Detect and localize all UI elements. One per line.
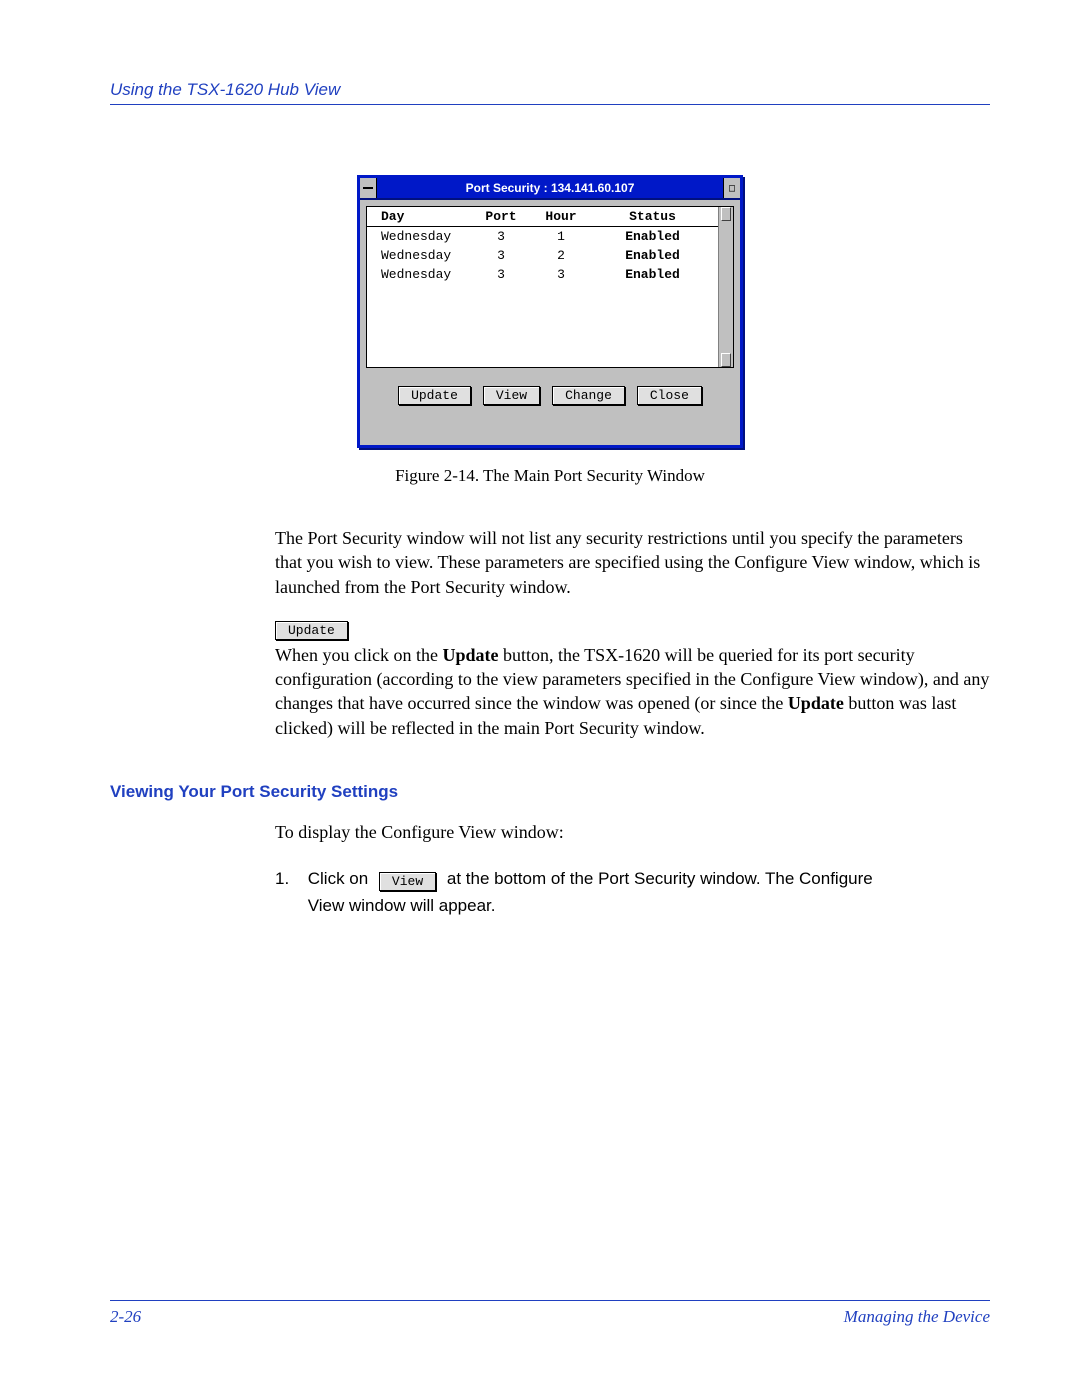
step-number: 1. <box>275 866 303 892</box>
step-text-pre: Click on <box>308 869 373 888</box>
window-title: Port Security : 134.141.60.107 <box>466 181 635 195</box>
scroll-down-icon[interactable] <box>721 353 731 367</box>
table-row[interactable]: Wednesday 3 3 Enabled <box>367 265 718 284</box>
figure-area: Port Security : 134.141.60.107 □ Day Por… <box>110 175 990 448</box>
paragraph-intro: The Port Security window will not list a… <box>275 526 990 599</box>
scrollbar[interactable] <box>718 207 733 367</box>
paragraph-configure-intro: To display the Configure View window: <box>275 820 990 844</box>
update-button-inline[interactable]: Update <box>275 621 348 640</box>
update-button[interactable]: Update <box>398 386 471 405</box>
view-button[interactable]: View <box>483 386 540 405</box>
chapter-title: Managing the Device <box>844 1307 990 1327</box>
grid-header-row: Day Port Hour Status <box>367 207 718 227</box>
window-titlebar: Port Security : 134.141.60.107 □ <box>360 178 740 200</box>
system-menu-icon[interactable] <box>360 178 377 198</box>
col-hour: Hour <box>531 209 591 224</box>
paragraph-update: When you click on the Update button, the… <box>275 643 990 740</box>
col-status: Status <box>591 209 714 224</box>
running-head: Using the TSX-1620 Hub View <box>110 80 990 105</box>
maximize-icon[interactable]: □ <box>723 178 740 198</box>
col-day: Day <box>371 209 471 224</box>
table-row[interactable]: Wednesday 3 2 Enabled <box>367 246 718 265</box>
col-port: Port <box>471 209 531 224</box>
close-button[interactable]: Close <box>637 386 702 405</box>
figure-caption: Figure 2-14. The Main Port Security Wind… <box>110 466 990 486</box>
scroll-up-icon[interactable] <box>721 207 731 221</box>
page-footer: 2-26 Managing the Device <box>110 1300 990 1327</box>
view-button-inline[interactable]: View <box>379 872 436 891</box>
window-button-row: Update View Change Close <box>360 374 740 445</box>
section-heading: Viewing Your Port Security Settings <box>110 782 990 802</box>
table-row[interactable]: Wednesday 3 1 Enabled <box>367 227 718 246</box>
data-grid: Day Port Hour Status Wednesday 3 1 Enabl… <box>366 206 734 368</box>
change-button[interactable]: Change <box>552 386 625 405</box>
step-1: 1. Click on View at the bottom of the Po… <box>275 866 990 918</box>
page-number: 2-26 <box>110 1307 141 1327</box>
port-security-window: Port Security : 134.141.60.107 □ Day Por… <box>357 175 743 448</box>
